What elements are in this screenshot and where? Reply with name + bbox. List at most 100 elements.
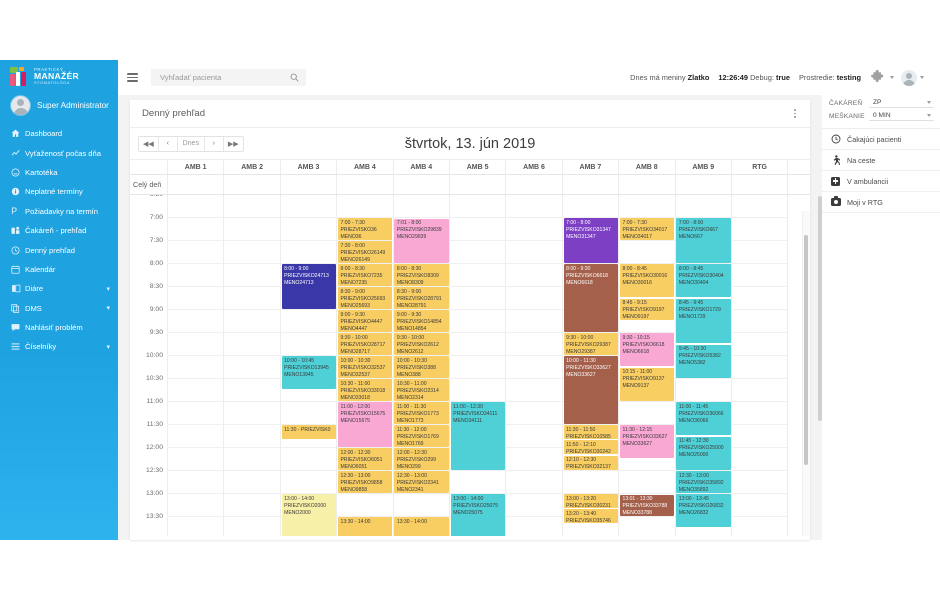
calendar-event[interactable]: 12:30 - 13:00 PRIEZVISKO9858 MENO9858 <box>338 471 393 493</box>
calendar-event[interactable]: 9:30 - 10:00 PRIEZVISKO28717 MENO28717 <box>338 333 393 355</box>
sidebar-item-kartoteka[interactable]: Kartotéka <box>0 163 118 182</box>
calendar-event[interactable]: 13:00 - 13:45 PRIEZVISKO26832 MENO26832 <box>676 494 731 528</box>
calendar-event[interactable]: 11:30 - 11:50 PRIEZVISKO10585 <box>563 425 618 440</box>
calendar-event[interactable]: 13:30 - 14:00 <box>338 517 393 536</box>
sidebar-item-neplatne-terminy[interactable]: Neplatné termíny <box>0 182 118 201</box>
calendar-event[interactable]: 11:00 - 11:45 PRIEZVISKO36066 MENO36066 <box>676 402 731 436</box>
calendar-event[interactable]: 7:01 - 8:00 PRIEZVISKO29839 MENO29839 <box>394 218 449 263</box>
all-day-cell[interactable] <box>394 175 450 194</box>
calendar-event[interactable]: 11:00 - 11:30 PRIEZVISKO1773 MENO1773 <box>394 402 449 424</box>
puzzle-caret-icon[interactable] <box>890 76 894 79</box>
right-item-cakajuci-pacienti[interactable]: Čakajúci pacienti <box>822 129 940 150</box>
prev-day-button[interactable]: ‹ <box>158 136 178 151</box>
search-input[interactable] <box>160 73 292 82</box>
last-page-button[interactable]: ▶▶ <box>223 136 243 151</box>
calendar-event[interactable]: 9:30 - 10:00 PRIEZVISKO29387 MENO29387 <box>563 333 618 355</box>
all-day-cell[interactable] <box>619 175 676 194</box>
all-day-cell[interactable] <box>506 175 563 194</box>
calendar-event[interactable]: 7:00 - 8:00 PRIEZVISKO667 MENO667 <box>676 218 731 263</box>
waitroom-select[interactable]: ZP <box>869 98 934 108</box>
app-logo[interactable]: PRAKTICKÝ MANAŽÉR STOMATOLÓGA <box>0 60 118 92</box>
all-day-cell[interactable] <box>450 175 507 194</box>
calendar-body[interactable]: 6:307:007:308:008:309:009:3010:0010:3011… <box>130 195 810 536</box>
calendar-event[interactable]: 10:00 - 10:30 PRIEZVISKO388 MENO388 <box>394 356 449 378</box>
calendar-event[interactable]: 13:01 - 13:30 PRIEZVISKO33788 MENO33788 <box>620 494 675 516</box>
calendar-event[interactable]: 8:00 - 8:30 PRIEZVISKO8309 MENO8309 <box>394 264 449 286</box>
all-day-cell[interactable] <box>168 175 225 194</box>
calendar-event[interactable]: 10:30 - 11:00 PRIEZVISKO33018 MENO33018 <box>338 379 393 401</box>
first-page-button[interactable]: ◀◀ <box>139 136 159 151</box>
calendar-event[interactable]: 11:30 - 12:00 PRIEZVISKO1769 MENO1769 <box>394 425 449 447</box>
calendar-event[interactable]: 11:30 - PRIEZVISK0 <box>281 425 336 440</box>
sidebar-item-vytazenost[interactable]: Vyťaženosť počas dňa <box>0 143 118 162</box>
calendar-event[interactable]: 13:00 - 14:00 PRIEZVISKO25075 MENO25075 <box>450 494 506 536</box>
hamburger-icon[interactable] <box>127 73 138 82</box>
delay-select[interactable]: 0 MIN <box>869 111 934 121</box>
calendar-event[interactable]: 12:30 - 13:00 PRIEZVISKO2341 MENO2341 <box>394 471 449 493</box>
calendar-event[interactable]: 8:45 - 9:45 PRIEZVISKO1729 MENO1729 <box>676 298 731 344</box>
calendar-event[interactable]: 12:10 - 12:30 PRIEZVISKO32137 <box>563 455 618 470</box>
calendar-event[interactable]: 11:00 - 12:00 PRIEZVISKO15675 MENO15675 <box>338 402 393 447</box>
calendar-event[interactable]: 11:50 - 12:10 PRIEZVISKO30242 <box>563 440 618 455</box>
sidebar-item-diare[interactable]: Diáre ▾ <box>0 279 118 298</box>
right-item-moji-v-rtg[interactable]: Moji v RTG <box>822 192 940 213</box>
calendar-event[interactable]: 13:00 - 13:20 PRIEZVISKO30231 <box>563 494 618 509</box>
sidebar-item-poziadavky[interactable]: P Požiadavky na termín <box>0 202 118 221</box>
calendar-event[interactable]: 9:30 - 10:00 PRIEZVISKO2612 MENO2612 <box>394 333 449 355</box>
right-item-v-ambulancii[interactable]: V ambulancii <box>822 171 940 192</box>
calendar-event[interactable]: 7:00 - 8:00 PRIEZVISKO31347 MENO31347 <box>563 218 618 263</box>
all-day-cell[interactable] <box>732 175 789 194</box>
calendar-event[interactable]: 13:00 - 14:00 PRIEZVISKO2000 MENO2000 <box>281 494 336 536</box>
all-day-cell[interactable] <box>563 175 620 194</box>
all-day-cell[interactable] <box>337 175 394 194</box>
calendar-event[interactable]: 9:00 - 9:30 PRIEZVISKO14854 MENO14854 <box>394 310 449 332</box>
sidebar-item-ciselniky[interactable]: Číselníky ▾ <box>0 337 118 356</box>
today-button[interactable]: Dnes <box>177 136 205 151</box>
calendar-event[interactable]: 8:45 - 9:15 PRIEZVISKO9197 MENO9197 <box>620 298 675 321</box>
calendar-event[interactable]: 9:00 - 9:30 PRIEZVISKO4447 MENO4447 <box>338 310 393 332</box>
more-vertical-icon[interactable] <box>790 108 800 119</box>
sidebar-item-nahlasit-problem[interactable]: Nahlásiť problém <box>0 318 118 337</box>
calendar-event[interactable]: 10:00 - 10:30 PRIEZVISKO32537 MENO32537 <box>338 356 393 378</box>
sidebar-user[interactable]: Super Administrator <box>0 92 118 122</box>
calendar-event[interactable]: 13:30 - 14:00 <box>394 517 449 536</box>
next-day-button[interactable]: › <box>204 136 224 151</box>
calendar-event[interactable]: 8:00 - 8:45 PRIEZVISKO30016 MENO30016 <box>620 264 675 298</box>
calendar-event[interactable]: 11:45 - 12:30 PRIEZVISKO25000 MENO25000 <box>676 436 731 470</box>
calendar-event[interactable]: 8:30 - 9:00 PRIEZVISKO28791 MENO28791 <box>394 287 449 309</box>
calendar-event[interactable]: 8:30 - 9:00 PRIEZVISKO25693 MENO25693 <box>338 287 393 309</box>
calendar-event[interactable]: 9:45 - 10:30 PRIEZVISKO5382 MENO5382 <box>676 344 731 378</box>
sidebar-item-dashboard[interactable]: Dashboard <box>0 124 118 143</box>
user-caret-icon[interactable] <box>920 76 924 79</box>
calendar-event[interactable]: 8:00 - 9:00 PRIEZVISKO24713 MENO24713 <box>281 264 336 309</box>
calendar-event[interactable]: 12:00 - 12:30 PRIEZVISKO6051 MENO6051 <box>338 448 393 470</box>
calendar-event[interactable]: 12:30 - 13:00 PRIEZVISKO35892 MENO35892 <box>676 471 731 493</box>
calendar-event[interactable]: 8:00 - 9:30 PRIEZVISKO6618 MENO6618 <box>563 264 618 332</box>
search-box[interactable] <box>151 69 306 86</box>
right-item-na-ceste[interactable]: Na ceste <box>822 150 940 171</box>
calendar-event[interactable]: 12:00 - 12:30 PRIEZVISKO299 MENO299 <box>394 448 449 470</box>
calendar-event[interactable]: 13:20 - 13:40 PRIEZVISKO35746 <box>563 509 618 524</box>
calendar-event[interactable]: 10:00 - 10:45 PRIEZVISKO13945 MENO13945 <box>281 356 336 390</box>
calendar-event[interactable]: 10:30 - 11:00 PRIEZVISKO2314 MENO2314 <box>394 379 449 401</box>
grid-scrollbar-thumb[interactable] <box>804 235 808 465</box>
calendar-event[interactable]: 7:00 - 7:30 PRIEZVISKO34017 MENO34017 <box>620 218 675 240</box>
calendar-event[interactable]: 10:15 - 11:00 PRIEZVISKO9137 MENO9137 <box>620 367 675 401</box>
calendar-event[interactable]: 11:30 - 12:15 PRIEZVISKO33627 MENO33627 <box>620 425 675 459</box>
all-day-cell[interactable] <box>281 175 338 194</box>
avatar-icon[interactable] <box>901 69 917 86</box>
sidebar-item-dms[interactable]: DMS ▾ <box>0 299 118 318</box>
calendar-event[interactable]: 7:00 - 7:30 PRIEZVISKO36 MENO36 <box>338 218 393 240</box>
calendar-event[interactable]: 8:00 - 8:30 PRIEZVISKO7235 MENO7235 <box>338 264 393 286</box>
puzzle-icon[interactable] <box>870 70 885 85</box>
calendar-event[interactable]: 10:00 - 11:30 PRIEZVISKO33627 MENO33627 <box>563 356 618 424</box>
calendar-event[interactable]: 7:30 - 8:00 PRIEZVISKO26149 MENO26149 <box>338 241 393 263</box>
sidebar-item-cakaren-prehlad[interactable]: Čakáreň - prehľad <box>0 221 118 240</box>
calendar-event[interactable]: 9:30 - 10:15 PRIEZVISKO6618 MENO6618 <box>620 333 675 367</box>
all-day-cell[interactable] <box>676 175 732 194</box>
search-icon[interactable] <box>290 73 299 82</box>
all-day-cell[interactable] <box>224 175 281 194</box>
sidebar-item-kalendar[interactable]: Kalendár <box>0 260 118 279</box>
calendar-event[interactable]: 8:00 - 8:45 PRIEZVISKO30404 MENO30404 <box>676 264 731 298</box>
calendar-event[interactable]: 11:00 - 12:30 PRIEZVISKO34111 MENO34111 <box>450 402 506 470</box>
